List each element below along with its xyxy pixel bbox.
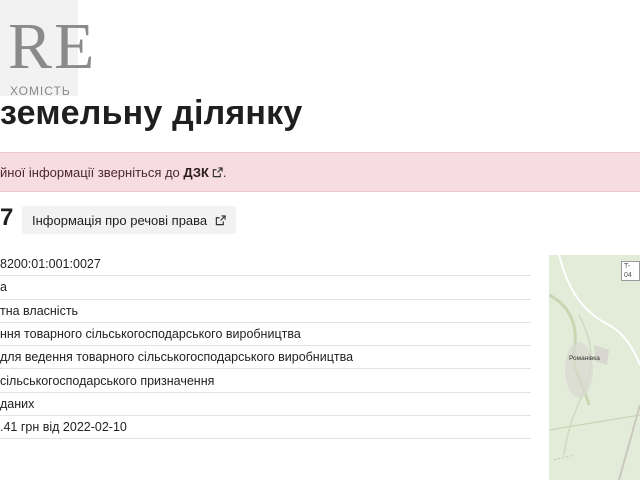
dzk-link-label: ДЗК [183,165,209,180]
alert-text: йної інформації зверніться до [0,165,180,180]
map-terrain [549,255,640,480]
map-road-label: T-04 [621,261,640,281]
parcel-map[interactable]: T-04 Романівка [549,255,640,480]
info-row-area: даних [0,393,531,417]
info-row-usage: для ведення товарного сільськогосподарсь… [0,346,531,370]
info-alert: йної інформації зверніться до ДЗК. [0,152,640,192]
property-rights-label: Інформація про речові права [32,212,208,228]
parcel-info-list: 8200:01:001:0027 а тна власність ння тов… [0,253,531,440]
property-rights-button[interactable]: Інформація про речові права [22,206,237,234]
logo-mark: RE [8,10,97,83]
dzk-link[interactable]: ДЗК [183,165,223,180]
info-row-purpose: ння товарного сільськогосподарського вир… [0,323,531,347]
info-row-valuation: .41 грн від 2022-02-10 [0,416,531,440]
alert-end: . [222,165,227,180]
cadastral-number: 7 [0,204,14,231]
external-link-icon [215,214,226,225]
info-row-cadastral: 8200:01:001:0027 [0,253,531,277]
info-row-ownership: тна власність [0,300,531,323]
page-title: земельну ділянку [0,94,303,132]
site-logo[interactable]: RE ХОМІСТЬ [0,0,94,98]
alert-message: йної інформації зверніться до ДЗК. [0,165,227,180]
info-row-category: сільськогосподарського призначення [0,369,531,393]
external-link-icon [212,167,223,178]
info-row-region: а [0,276,531,300]
map-place-label: Романівка [569,355,600,362]
